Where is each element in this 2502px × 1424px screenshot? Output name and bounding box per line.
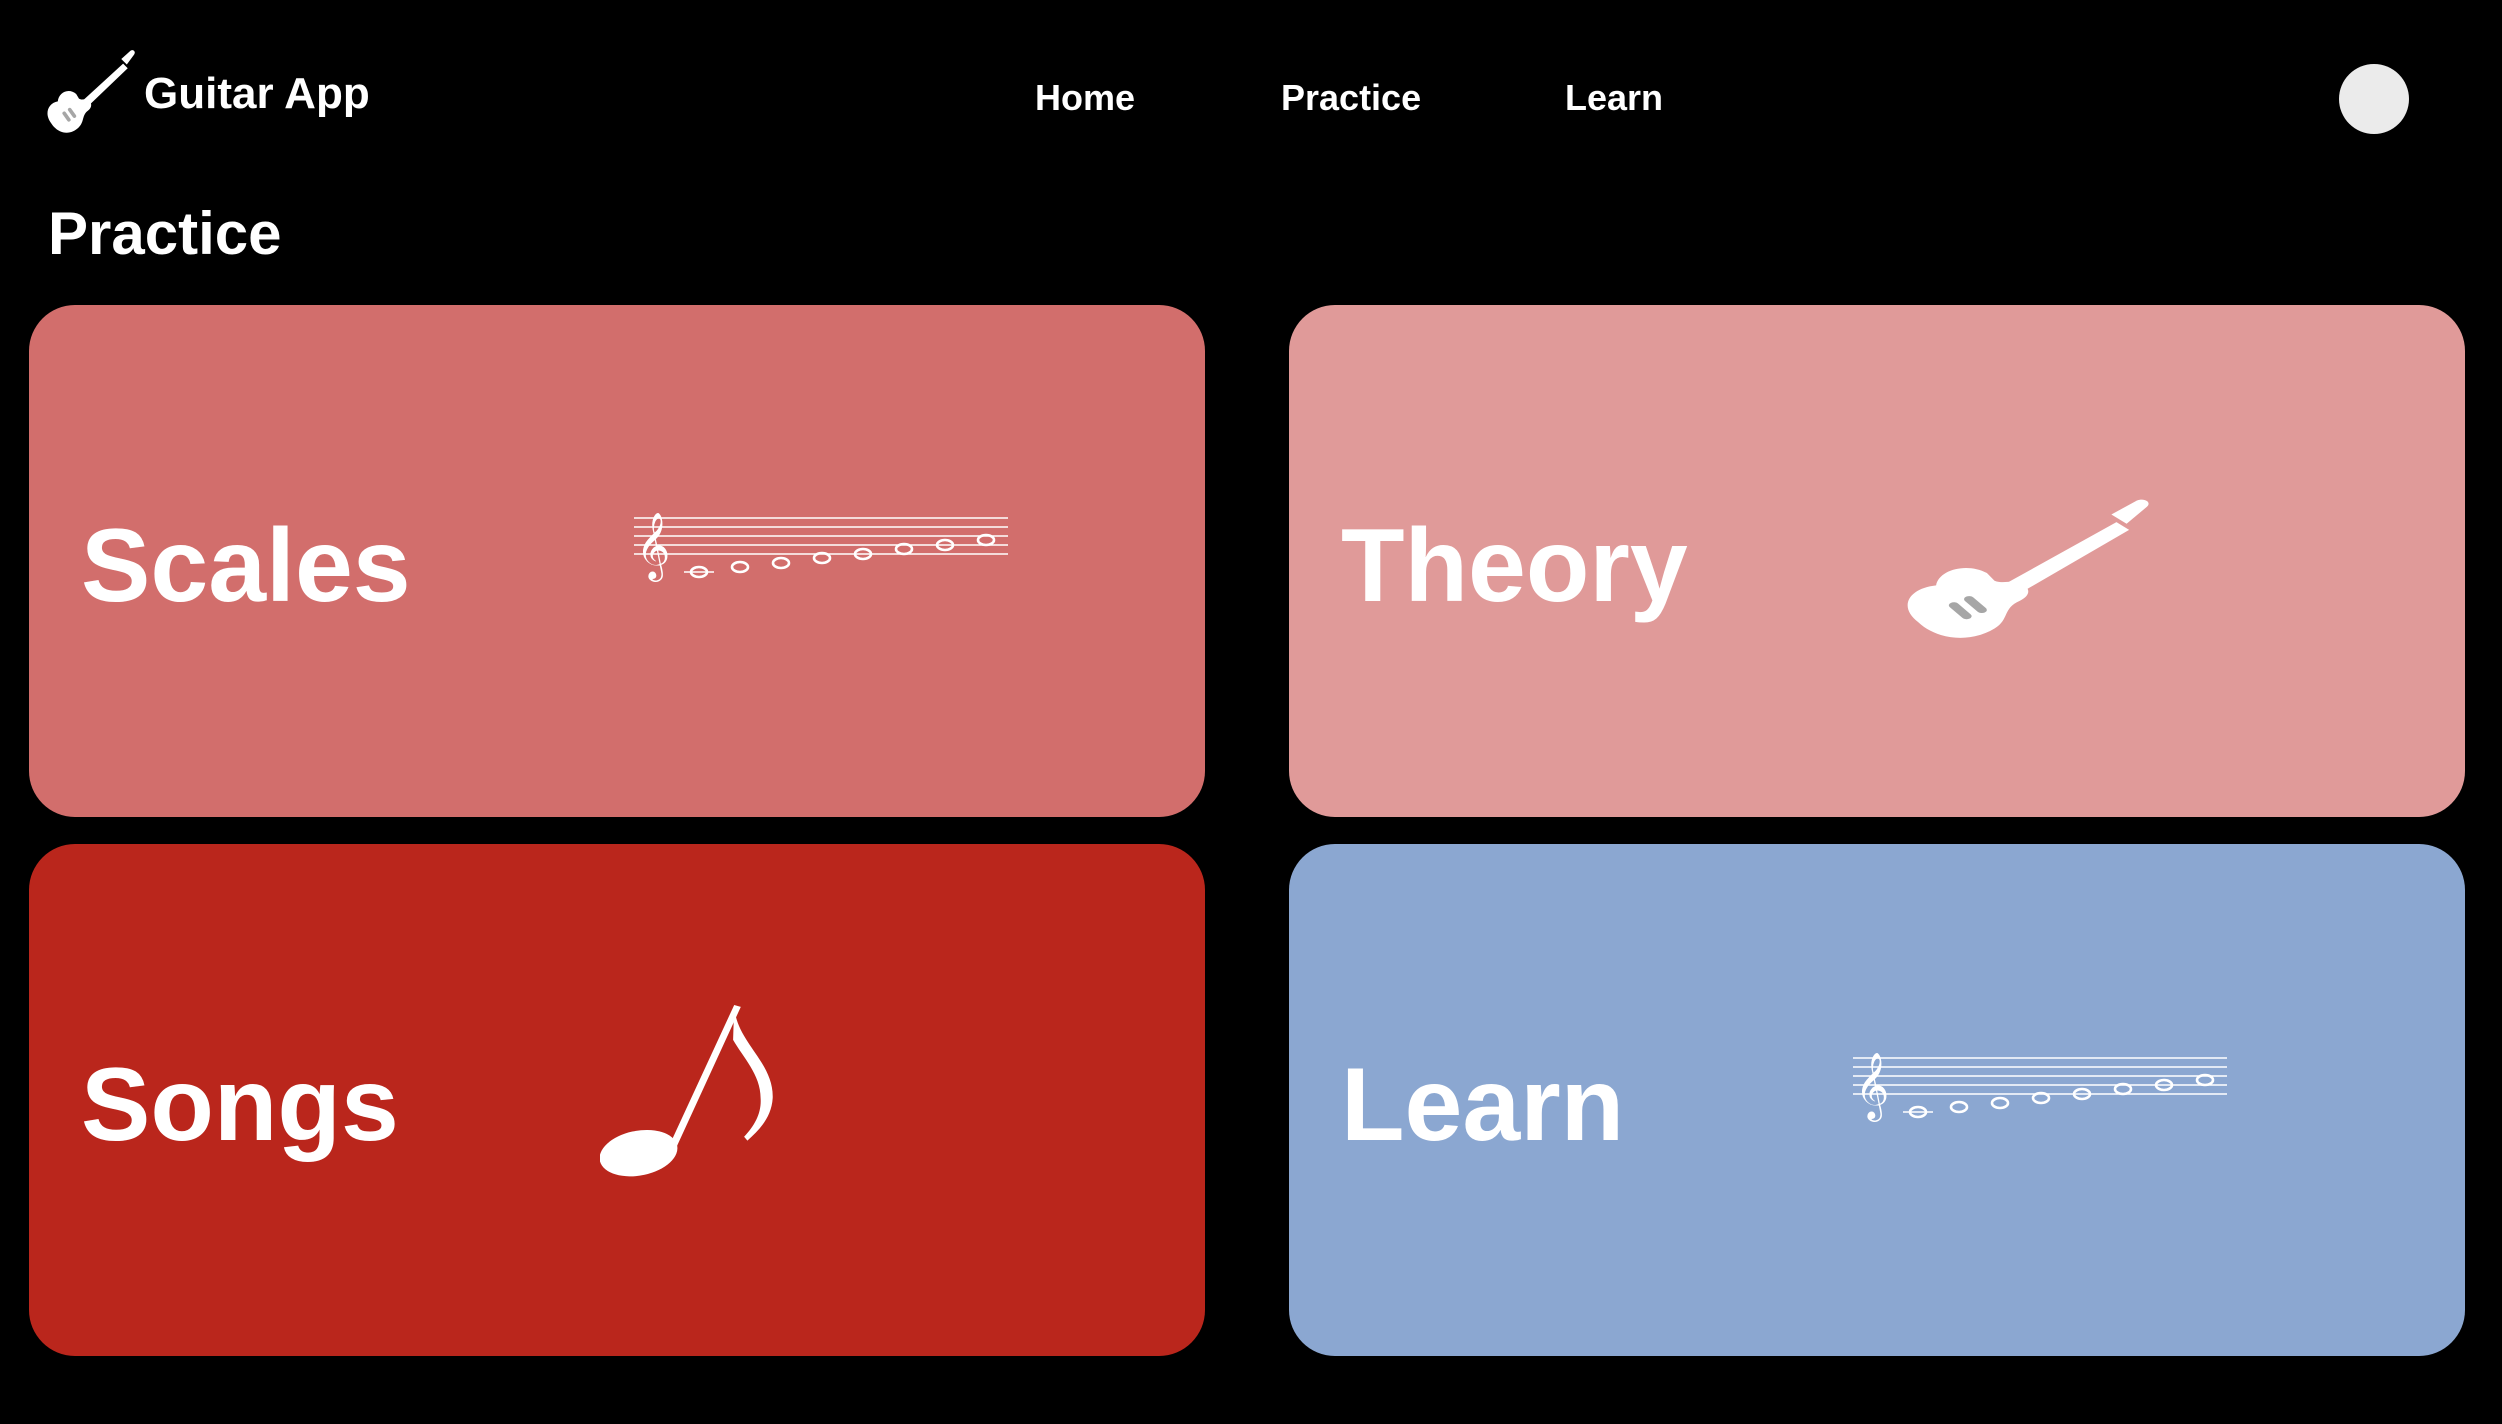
tile-label-learn: Learn [1341,1047,1625,1163]
tile-songs[interactable]: Songs [29,844,1205,1356]
electric-guitar-icon [1898,496,2152,650]
app-name: Guitar App [144,69,370,118]
nav-link-learn[interactable]: Learn [1565,76,1663,120]
tile-label-scales: Scales [81,508,411,624]
music-staff-scale-icon [1849,1038,2229,1138]
nav-link-practice[interactable]: Practice [1281,76,1421,120]
tile-theory[interactable]: Theory [1289,305,2465,817]
page-title: Practice [48,200,282,267]
music-staff-scale-icon [630,498,1010,598]
tile-scales[interactable]: Scales [29,305,1205,817]
tile-learn[interactable]: Learn [1289,844,2465,1356]
app-brand[interactable]: Guitar App [44,46,370,142]
electric-guitar-icon [44,46,136,142]
tile-label-songs: Songs [81,1047,399,1163]
eighth-note-icon [600,1005,776,1189]
user-avatar[interactable] [2339,64,2409,134]
top-navigation-bar: Guitar App Home Practice Learn [0,0,2502,190]
tile-label-theory: Theory [1341,508,1688,624]
nav-link-home[interactable]: Home [1035,76,1135,120]
